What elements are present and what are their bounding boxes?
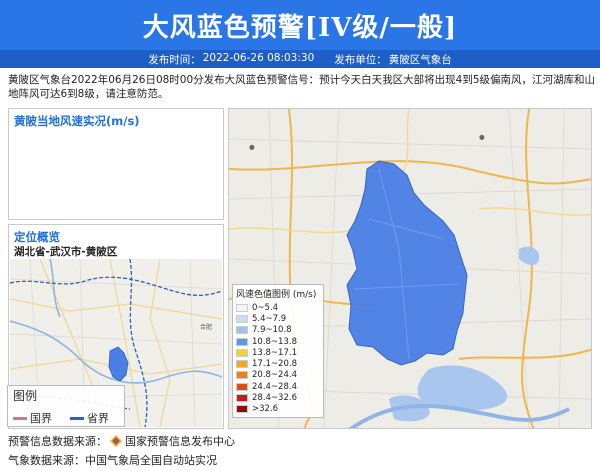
- scale-row: 13.8~17.1: [236, 347, 320, 358]
- scale-row: 10.8~13.8: [236, 336, 320, 347]
- legend-item-province-border: 省界: [70, 410, 109, 426]
- national-border-line-icon: [13, 416, 27, 420]
- svg-text:●: ●: [249, 143, 255, 151]
- scale-swatch: [236, 405, 248, 414]
- warning-header: 大风蓝色预警[IV级/一般]: [0, 0, 600, 50]
- publish-time-label: 发布时间：: [148, 53, 201, 66]
- scale-label: >32.6: [252, 404, 279, 415]
- weather-data-source: 气象数据来源： 中国气象局全国自动站实况: [8, 452, 217, 468]
- scale-swatch: [236, 348, 248, 357]
- wind-speed-scale: 风速色值图例 (m/s) 0~5.4 5.4~7.9 7.9~10.8 10.8…: [232, 284, 324, 418]
- scale-row: 17.1~20.8: [236, 358, 320, 369]
- scale-swatch: [236, 382, 248, 391]
- scale-label: 0~5.4: [252, 302, 279, 313]
- svg-text:合肥: 合肥: [200, 323, 212, 331]
- scale-label: 5.4~7.9: [252, 313, 287, 324]
- publish-time: 发布时间： 2022-06-26 08:03:30: [148, 52, 314, 67]
- region-name: 湖北省-武汉市-黄陂区: [14, 246, 118, 258]
- svg-text:●: ●: [479, 133, 485, 141]
- wind-speed-title: 黄陂当地风速实况(m/s): [14, 114, 140, 128]
- publish-time-value: 2022-06-26 08:03:30: [202, 51, 315, 64]
- warning-source-label: 预警信息数据来源：: [8, 435, 107, 448]
- warning-data-source: 预警信息数据来源： 国家预警信息发布中心: [8, 433, 235, 449]
- scale-swatch: [236, 371, 248, 380]
- scale-label: 28.4~32.6: [252, 393, 297, 404]
- legend-item-national-border: 国界: [13, 410, 52, 426]
- warning-source-value[interactable]: 国家预警信息发布中心: [125, 433, 235, 449]
- page-title: 大风蓝色预警[IV级/一般]: [142, 12, 458, 43]
- scale-row: >32.6: [236, 404, 320, 415]
- weather-source-value: 中国气象局全国自动站实况: [85, 454, 217, 467]
- scale-swatch: [236, 326, 248, 335]
- scale-label: 17.1~20.8: [252, 359, 297, 370]
- scale-swatch: [236, 394, 248, 403]
- scale-row: 0~5.4: [236, 302, 320, 313]
- scale-swatch: [236, 314, 248, 323]
- scale-swatch: [236, 360, 248, 369]
- publish-info-bar: 发布时间： 2022-06-26 08:03:30 发布单位： 黄陂区气象台: [0, 50, 600, 68]
- publish-unit: 发布单位： 黄陂区气象台: [334, 52, 452, 67]
- province-border-line-icon: [70, 416, 84, 420]
- scale-swatch: [236, 337, 248, 346]
- scale-title: 风速色值图例 (m/s): [236, 290, 317, 300]
- warning-center-logo-icon: [110, 435, 122, 447]
- legend-item-label: 省界: [87, 412, 109, 425]
- legend-item-label: 国界: [30, 412, 52, 425]
- weather-source-label: 气象数据来源：: [8, 454, 85, 467]
- publish-unit-value: 黄陂区气象台: [388, 53, 452, 66]
- scale-row: 7.9~10.8: [236, 325, 320, 336]
- publish-unit-label: 发布单位：: [334, 53, 387, 66]
- warning-description: 黄陂区气象台2022年06月26日08时00分发布大风蓝色预警信号：预计今天白天…: [8, 74, 596, 100]
- scale-label: 7.9~10.8: [252, 325, 292, 336]
- scale-row: 28.4~32.6: [236, 392, 320, 403]
- location-overview-panel: 定位概览 湖北省-武汉市-黄陂区 合肥 图例 国界 省界: [7, 224, 224, 429]
- location-overview-title: 定位概览: [14, 230, 60, 244]
- scale-label: 10.8~13.8: [252, 336, 297, 347]
- scale-row: 24.4~28.4: [236, 381, 320, 392]
- scale-label: 24.4~28.4: [252, 381, 297, 392]
- scale-swatch: [236, 303, 248, 312]
- map-legend: 图例 国界 省界: [7, 385, 125, 427]
- scale-row: 20.8~24.4: [236, 370, 320, 381]
- scale-row: 5.4~7.9: [236, 313, 320, 324]
- legend-title: 图例: [13, 389, 38, 403]
- scale-label: 13.8~17.1: [252, 347, 297, 358]
- scale-label: 20.8~24.4: [252, 370, 297, 381]
- wind-speed-panel: 黄陂当地风速实况(m/s): [8, 108, 224, 220]
